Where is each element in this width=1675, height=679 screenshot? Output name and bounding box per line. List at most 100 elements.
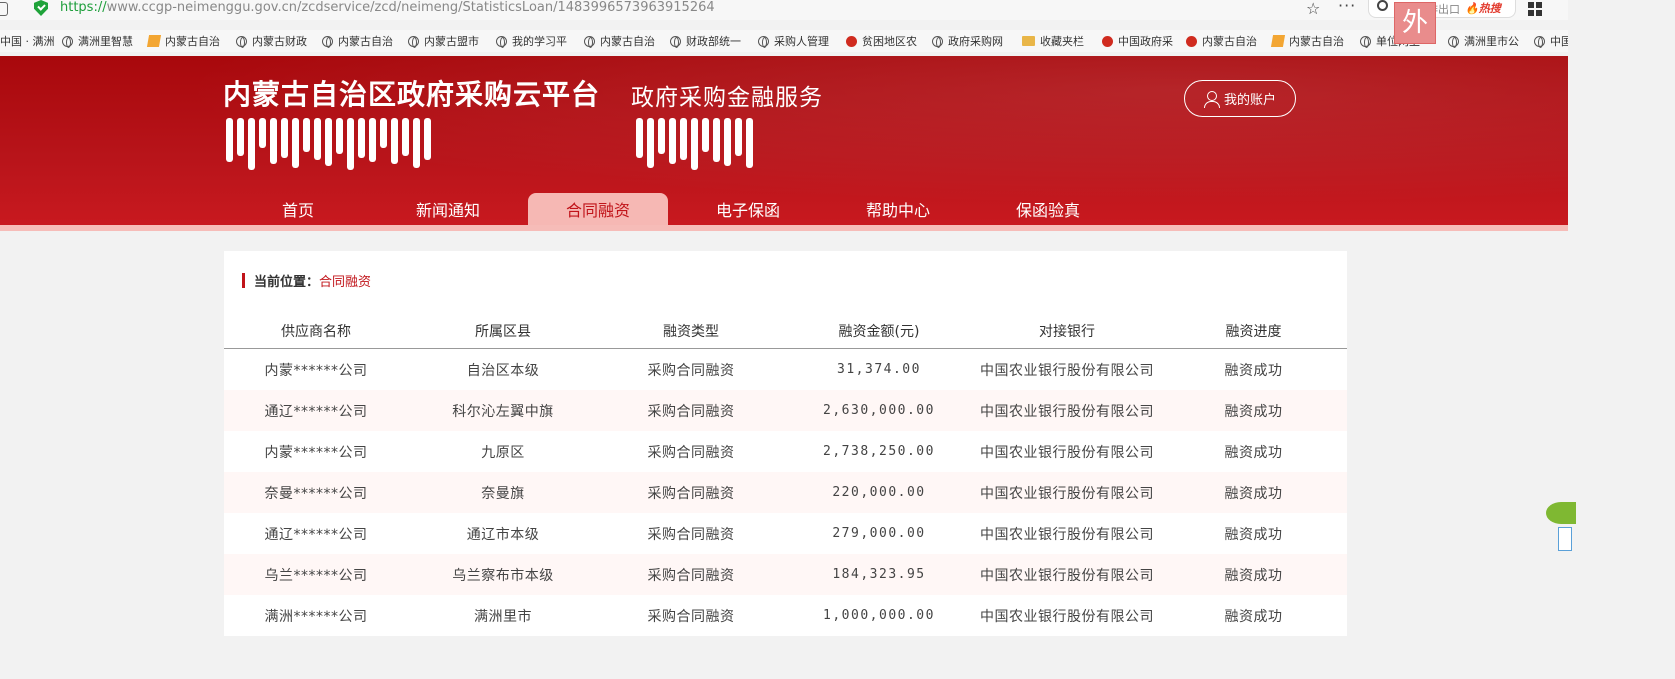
bookmark-item[interactable]: 内蒙古自治: [584, 33, 655, 49]
star-icon[interactable]: ☆: [1306, 0, 1320, 18]
nav-home[interactable]: 首页: [223, 193, 373, 225]
bookmark-item[interactable]: 满洲里智慧: [62, 33, 133, 49]
bookmark-item[interactable]: 内蒙古自治: [1186, 33, 1257, 49]
bookmark-item[interactable]: 中国政府采: [1102, 33, 1173, 49]
table-row[interactable]: 乌兰******公司 乌兰察布市本级 采购合同融资 184,323.95 中国农业银行股…: [224, 554, 1347, 595]
cell-district: 乌兰察布市本级: [452, 567, 554, 584]
apps-grid-icon[interactable]: [1528, 2, 1542, 16]
bookmark-label: 我的学习平: [512, 35, 567, 48]
bookmark-item[interactable]: 内蒙古自治: [322, 33, 393, 49]
nav-news[interactable]: 新闻通知: [373, 193, 523, 225]
col-supplier: 供应商名称: [281, 323, 351, 340]
mongolian-glyph: [402, 118, 409, 156]
col-progress: 融资进度: [1225, 323, 1282, 340]
nav-guarantee-verify[interactable]: 保函验真: [973, 193, 1123, 225]
bookmark-item[interactable]: 中国 · 满洲: [0, 33, 55, 49]
cell-progress: 融资成功: [1224, 444, 1283, 461]
bookmark-item[interactable]: 贫困地区农: [846, 33, 917, 49]
globe-icon: [496, 35, 507, 48]
col-district: 所属区县: [475, 323, 531, 340]
site-title: 内蒙古自治区政府采购云平台: [223, 78, 601, 111]
pin-icon: [1270, 35, 1286, 47]
table-row[interactable]: 满洲******公司 满洲里市 采购合同融资 1,000,000.00 中国农业银行股份…: [224, 595, 1347, 636]
bookmark-item[interactable]: 内蒙古自治: [146, 33, 220, 49]
mongolian-glyph: [735, 118, 742, 156]
col-bank: 对接银行: [1039, 323, 1095, 340]
breadcrumb-current[interactable]: 合同融资: [319, 271, 371, 290]
cell-progress: 融资成功: [1224, 403, 1283, 420]
cell-bank: 中国农业银行股份有限公司: [980, 567, 1154, 584]
financing-table: 供应商名称 所属区县 融资类型 融资金额(元) 对接银行 融资进度 内蒙****…: [224, 313, 1347, 636]
bookmark-item[interactable]: 我的学习平: [496, 33, 567, 49]
bookmark-label: 财政部统一: [686, 35, 741, 48]
mongolian-glyph: [636, 118, 643, 158]
floating-badge[interactable]: 外: [1394, 2, 1436, 44]
mongolian-glyph: [314, 118, 321, 160]
breadcrumb: 当前位置： 合同融资: [242, 271, 371, 290]
bookmark-label: 收藏夹栏: [1040, 35, 1084, 48]
table-row[interactable]: 通辽******公司 科尔沁左翼中旗 采购合同融资 2,630,000.00 中国农业银…: [224, 390, 1347, 431]
bookmark-item[interactable]: 中国: [1534, 33, 1568, 49]
globe-icon: [322, 35, 333, 48]
cell-district: 奈曼旗: [481, 485, 525, 502]
floating-widget-panel[interactable]: [1558, 527, 1572, 551]
mongolian-glyph: [724, 118, 731, 166]
mongolian-script-subtitle: [636, 118, 753, 174]
bookmark-label: 内蒙古盟市: [424, 35, 479, 48]
bookmark-item[interactable]: 采购人管理: [758, 33, 829, 49]
floating-widget[interactable]: [1546, 502, 1576, 524]
globe-icon: [584, 35, 595, 48]
table-body: 内蒙******公司 自治区本级 采购合同融资 31,374.00 中国农业银行股份有限…: [224, 349, 1347, 636]
table-row[interactable]: 奈曼******公司 奈曼旗 采购合同融资 220,000.00 中国农业银行股份有限公…: [224, 472, 1347, 513]
table-row[interactable]: 通辽******公司 通辽市本级 采购合同融资 279,000.00 中国农业银行股份有…: [224, 513, 1347, 554]
pin-icon: [146, 35, 162, 47]
emblem-icon: [846, 35, 857, 47]
mongolian-glyph: [281, 118, 288, 158]
cell-progress: 融资成功: [1224, 526, 1283, 543]
bookmark-label: 满洲里市公: [1464, 35, 1519, 48]
bookmark-item[interactable]: 收藏夹栏: [1022, 33, 1084, 49]
bookmark-label: 内蒙古自治: [1289, 35, 1344, 48]
cell-district: 通辽市本级: [466, 526, 540, 543]
cell-bank: 中国农业银行股份有限公司: [980, 403, 1154, 420]
globe-icon: [1360, 35, 1371, 48]
tab-icon: [0, 2, 8, 16]
cell-supplier: 内蒙******公司: [264, 444, 368, 461]
bookmark-item[interactable]: 内蒙古财政: [236, 33, 307, 49]
mongolian-glyph: [746, 118, 753, 168]
cell-progress: 融资成功: [1224, 567, 1283, 584]
mongolian-glyph: [259, 118, 266, 148]
bookmark-item[interactable]: 内蒙古自治: [1270, 33, 1344, 49]
mongolian-glyph: [237, 118, 244, 156]
mongolian-glyph: [226, 118, 233, 162]
cell-supplier: 满洲******公司: [264, 608, 368, 625]
bookmark-item[interactable]: 满洲里市公: [1448, 33, 1519, 49]
cell-district: 九原区: [481, 444, 525, 461]
cell-amount: 279,000.00: [832, 526, 926, 541]
table-row[interactable]: 内蒙******公司 自治区本级 采购合同融资 31,374.00 中国农业银行股份有限…: [224, 349, 1347, 390]
table-row[interactable]: 内蒙******公司 九原区 采购合同融资 2,738,250.00 中国农业银行股份有…: [224, 431, 1347, 472]
cell-amount: 220,000.00: [832, 485, 926, 500]
cell-supplier: 内蒙******公司: [264, 362, 368, 379]
bookmark-item[interactable]: 内蒙古盟市: [408, 33, 479, 49]
bookmark-label: 内蒙古自治: [1202, 35, 1257, 48]
browser-search-box[interactable]: 日本排出口 🔥热搜: [1368, 0, 1516, 18]
table-header: 供应商名称 所属区县 融资类型 融资金额(元) 对接银行 融资进度: [224, 313, 1347, 349]
cell-progress: 融资成功: [1224, 608, 1283, 625]
cell-amount: 31,374.00: [837, 362, 921, 377]
my-account-button[interactable]: 我的账户: [1184, 80, 1296, 117]
hot-search-label[interactable]: 🔥热搜: [1465, 0, 1501, 16]
bookmark-item[interactable]: 政府采购网: [932, 33, 1003, 49]
more-icon[interactable]: ···: [1338, 0, 1356, 15]
nav-e-guarantee[interactable]: 电子保函: [673, 193, 823, 225]
col-amount: 融资金额(元): [838, 323, 920, 340]
bookmark-item[interactable]: 财政部统一: [670, 33, 741, 49]
nav-contract-financing[interactable]: 合同融资: [528, 193, 668, 225]
mongolian-glyph: [380, 118, 387, 148]
nav-help-center[interactable]: 帮助中心: [823, 193, 973, 225]
cell-bank: 中国农业银行股份有限公司: [980, 526, 1154, 543]
mongolian-glyph: [292, 118, 299, 168]
cell-supplier: 通辽******公司: [264, 403, 368, 420]
url-field[interactable]: https://www.ccgp-neimenggu.gov.cn/zcdser…: [60, 0, 715, 15]
mongolian-glyph: [702, 118, 709, 152]
